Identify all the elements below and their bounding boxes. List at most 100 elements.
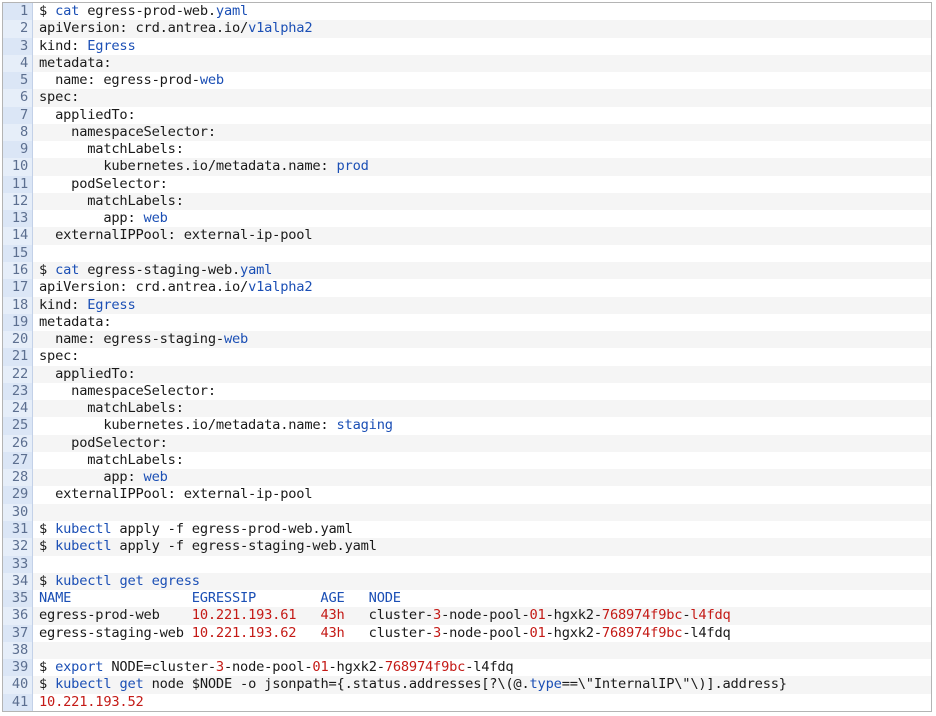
line-number: 26: [3, 434, 33, 452]
line-number: 23: [3, 382, 33, 401]
code-token: NAME EGRESSIP AGE NODE: [39, 590, 401, 607]
line-content: kubernetes.io/metadata.name: staging: [33, 417, 393, 434]
line-content: [33, 556, 39, 573]
code-token: matchLabels:: [39, 141, 184, 158]
code-line: 23 namespaceSelector:: [3, 382, 931, 401]
line-content: appliedTo:: [33, 107, 136, 124]
code-line: 1 $ cat egress-prod-web.yaml: [3, 3, 931, 21]
code-line: 36 egress-prod-web 10.221.193.61 43h clus…: [3, 607, 931, 625]
line-content: 10.221.193.52: [33, 694, 144, 711]
code-token: 43h: [320, 607, 345, 624]
line-number: 40: [3, 676, 33, 694]
code-token: externalIPPool: external-ip-pool: [39, 486, 313, 503]
line-content: appliedTo:: [33, 366, 136, 383]
code-line: 10 kubernetes.io/metadata.name: prod: [3, 158, 931, 176]
line-number: 19: [3, 313, 33, 332]
line-number: 25: [3, 417, 33, 435]
code-token: spec:: [39, 89, 80, 106]
line-number: 20: [3, 331, 33, 349]
line-content: $ cat egress-staging-web.yaml: [33, 262, 272, 279]
line-content: kind: Egress: [33, 38, 136, 55]
code-token: -hgxk2-: [328, 659, 385, 676]
code-token: apiVersion: crd.antrea.io/: [39, 279, 249, 296]
code-token: apply -f egress-prod-web.yaml: [111, 520, 353, 537]
code-token: matchLabels:: [39, 400, 184, 417]
code-token: kubectl: [55, 572, 112, 589]
code-token: 01: [529, 624, 546, 641]
line-content: apiVersion: crd.antrea.io/v1alpha2: [33, 279, 313, 296]
code-token: -node-pool-: [223, 659, 313, 676]
code-token: kind:: [39, 296, 88, 313]
code-line: 14 externalIPPool: external-ip-pool: [3, 227, 931, 245]
code-token: export: [55, 659, 104, 676]
line-number: 31: [3, 520, 33, 539]
line-content: externalIPPool: external-ip-pool: [33, 227, 313, 244]
line-content: $ cat egress-prod-web.yaml: [33, 3, 248, 20]
line-number: 24: [3, 400, 33, 418]
code-token: namespaceSelector:: [39, 382, 216, 399]
code-token: egress-staging-web.: [79, 261, 241, 278]
code-line: 25 kubernetes.io/metadata.name: staging: [3, 417, 931, 435]
code-token: kubernetes.io/metadata.name:: [39, 417, 337, 434]
line-number: 35: [3, 590, 33, 608]
code-token: cat: [55, 3, 80, 19]
code-line: 4 metadata:: [3, 54, 931, 73]
code-token: type: [529, 676, 562, 693]
code-line: 34 $ kubectl get egress: [3, 572, 931, 591]
line-number: 4: [3, 54, 33, 73]
code-line: 12 matchLabels:: [3, 192, 931, 211]
code-token: name: egress-staging-: [39, 331, 224, 348]
line-content: spec:: [33, 89, 79, 106]
code-token: cluster-: [344, 624, 434, 641]
line-content: $ kubectl get egress: [33, 573, 200, 590]
line-content: podSelector:: [33, 435, 168, 452]
code-block: 1 $ cat egress-prod-web.yaml 2 apiVersion: …: [3, 3, 931, 711]
code-line: 7 appliedTo:: [3, 106, 931, 124]
line-number: 7: [3, 106, 33, 124]
line-content: matchLabels:: [33, 452, 184, 469]
code-token: web: [199, 72, 224, 89]
code-line: 15: [3, 244, 931, 262]
code-line: 13 app: web: [3, 210, 931, 228]
line-number: 16: [3, 261, 33, 280]
code-token: apply -f egress-staging-web.yaml: [111, 538, 377, 555]
code-token: apiVersion: crd.antrea.io/: [39, 20, 249, 37]
code-line: 16 $ cat egress-staging-web.yaml: [3, 261, 931, 280]
code-token: metadata:: [39, 54, 112, 71]
code-token: 10.221.193.52: [39, 693, 144, 710]
code-line: 26 podSelector:: [3, 434, 931, 452]
code-token: ==\"InternalIP\"\)].address}: [561, 676, 787, 693]
code-token: get: [119, 676, 144, 693]
code-line: 5 name: egress-prod-web: [3, 72, 931, 90]
code-token: get: [119, 572, 144, 589]
line-number: 1: [3, 3, 33, 21]
code-line: 24 matchLabels:: [3, 400, 931, 418]
line-content: egress-prod-web 10.221.193.61 43h cluste…: [33, 607, 731, 624]
code-line: 39 $ export NODE=cluster-3-node-pool-01-h…: [3, 659, 931, 677]
line-number: 3: [3, 37, 33, 55]
code-token: cluster-: [344, 607, 434, 624]
line-content: metadata:: [33, 314, 112, 331]
line-content: spec:: [33, 348, 79, 365]
line-content: $ export NODE=cluster-3-node-pool-01-hgx…: [33, 659, 514, 676]
code-token: yaml: [215, 3, 249, 19]
code-line: 11 podSelector:: [3, 175, 931, 193]
line-number: 28: [3, 469, 33, 487]
code-token: egress-prod-web.: [79, 3, 216, 19]
line-number: 27: [3, 451, 33, 470]
code-line: 38: [3, 641, 931, 660]
code-line: 20 name: egress-staging-web: [3, 331, 931, 349]
line-content: NAME EGRESSIP AGE NODE: [33, 590, 401, 607]
code-line: 21 spec:: [3, 348, 931, 366]
code-token: externalIPPool: external-ip-pool: [39, 227, 313, 244]
code-token: egress-staging-web: [39, 624, 192, 641]
line-content: namespaceSelector:: [33, 383, 216, 400]
line-number: 34: [3, 572, 33, 591]
code-token: NODE=cluster-: [103, 659, 216, 676]
code-token: 10.221.193.61: [191, 607, 297, 624]
line-content: [33, 504, 39, 521]
code-line: 35 NAME EGRESSIP AGE NODE: [3, 590, 931, 608]
code-line: 31 $ kubectl apply -f egress-prod-web.yam…: [3, 520, 931, 539]
line-number: 21: [3, 348, 33, 366]
code-line: 19 metadata:: [3, 313, 931, 332]
